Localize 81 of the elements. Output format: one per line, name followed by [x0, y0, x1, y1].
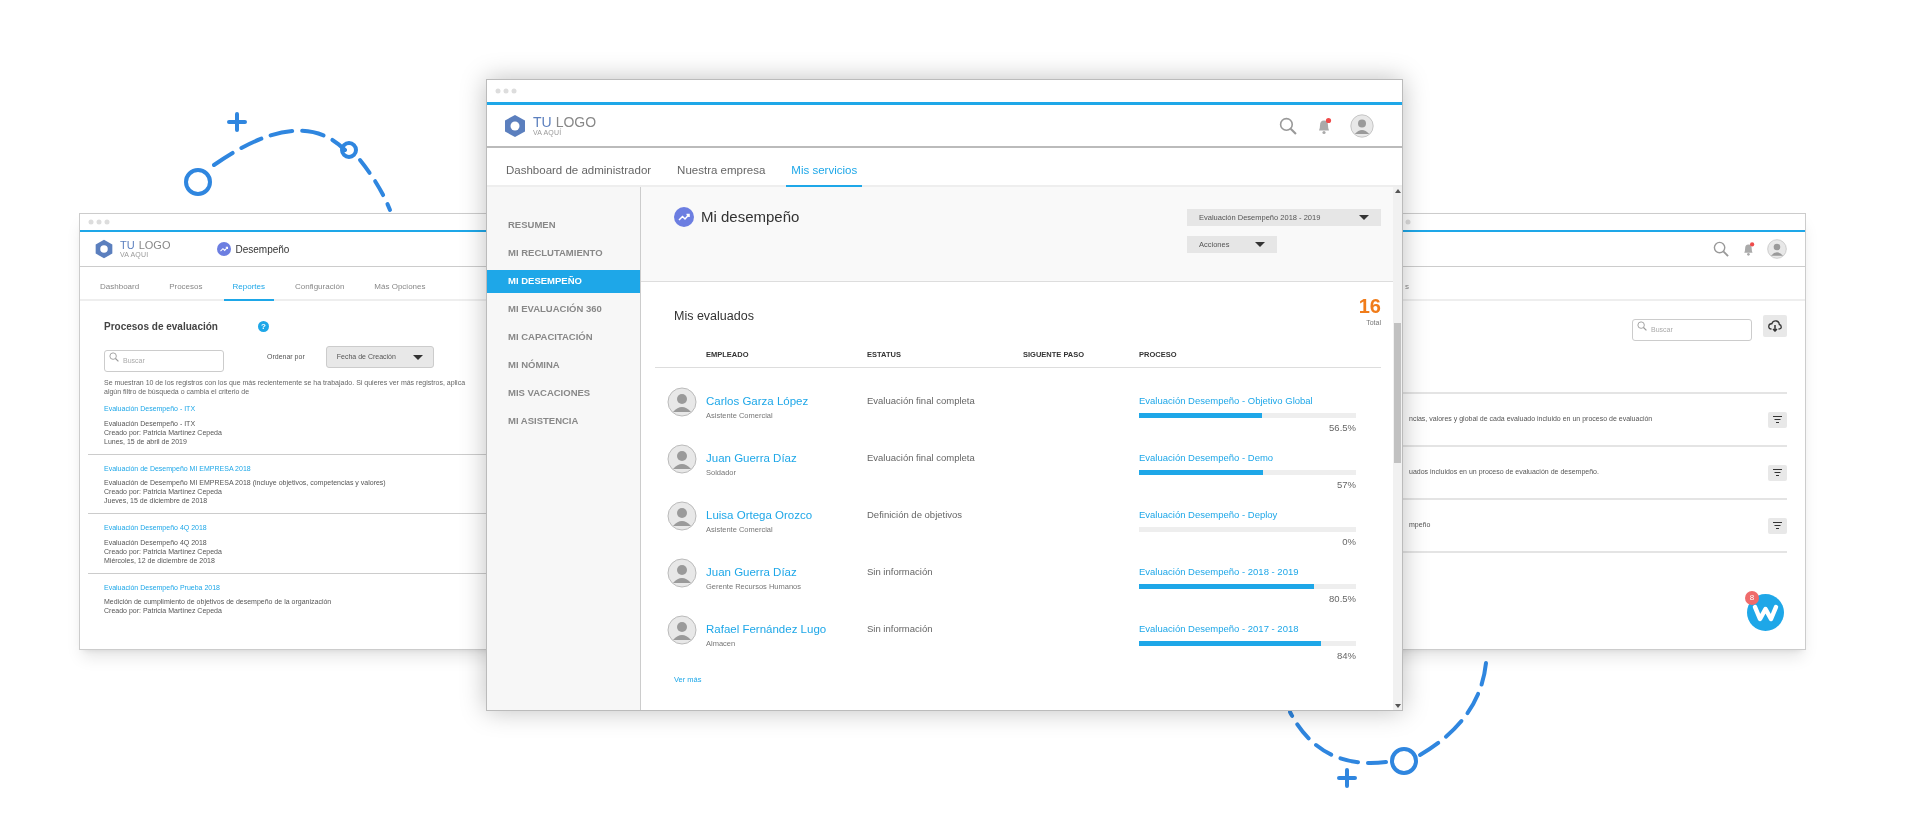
caret-icon [412, 354, 423, 360]
tab[interactable]: Dashboard de administrador [501, 161, 657, 187]
filter-icon [1773, 416, 1782, 423]
logo-text: TU [533, 115, 552, 129]
filter-button[interactable] [1768, 411, 1787, 428]
sidebar-item[interactable]: MI RECLUTAMIENTO [487, 242, 640, 265]
employee-name[interactable]: Luisa Ortega Orozco [706, 507, 867, 522]
filter-button[interactable] [1768, 517, 1787, 534]
logo-text: LOGO [555, 115, 597, 129]
process-link[interactable]: Evaluación Desempeño - Deploy [1139, 507, 1356, 522]
arrow-down-icon [1394, 704, 1401, 708]
trend-icon [217, 242, 232, 256]
logo-text: TU [120, 240, 135, 251]
progress-percent: 56.5% [1329, 420, 1356, 435]
tab[interactable]: Procesos [160, 281, 212, 301]
employee-name[interactable]: Carlos Garza López [706, 393, 867, 408]
status-text: Sin información [867, 564, 934, 579]
avatar-icon [667, 443, 697, 474]
download-button[interactable] [1763, 315, 1787, 337]
employee-name[interactable]: Juan Guerra Díaz [706, 564, 867, 579]
status-text: Evaluación final completa [867, 393, 976, 408]
tab[interactable]: Nuestra empresa [672, 161, 771, 187]
sidebar-item[interactable]: MI NÓMINA [487, 354, 640, 377]
window-controls-icon [495, 88, 517, 94]
search-icon [1279, 116, 1297, 135]
scrollbar-thumb[interactable] [1394, 323, 1401, 463]
progress-percent: 0% [1342, 534, 1356, 549]
avatar-icon [1767, 239, 1787, 259]
process-link[interactable]: Evaluación Desempeño - 2018 - 2019 [1139, 564, 1356, 579]
filter-icon [1773, 469, 1782, 476]
sidebar-item[interactable]: MIS VACACIONES [487, 382, 640, 405]
filter-button[interactable] [1768, 464, 1787, 481]
search-icon [109, 352, 119, 362]
process-link[interactable]: Evaluación Desempeño - Objetivo Global [1139, 393, 1356, 408]
avatar-icon [667, 386, 697, 417]
sidebar-item[interactable]: MI ASISTENCIA [487, 410, 640, 433]
process-link[interactable]: Evaluación Desempeño - Demo [1139, 450, 1356, 465]
search-icon [1713, 241, 1729, 257]
arrow-up-icon [1394, 189, 1401, 193]
tab[interactable]: Más Opciones [365, 281, 435, 301]
cloud-download-icon [1768, 320, 1782, 332]
sidebar-item[interactable]: RESUMEN [487, 214, 640, 237]
help-icon[interactable]: ? [257, 321, 269, 332]
scrollbar[interactable] [1393, 187, 1402, 710]
avatar-icon [667, 500, 697, 531]
status-text: Sin información [867, 621, 934, 636]
sidebar-item[interactable]: MI EVALUACIÓN 360 [487, 298, 640, 321]
status-text: Definición de objetivos [867, 507, 964, 522]
filter-icon [1773, 522, 1782, 529]
caret-icon [1255, 242, 1265, 247]
trend-icon [674, 207, 694, 227]
employee-name[interactable]: Juan Guerra Díaz [706, 450, 867, 465]
total-count: 16 [1358, 294, 1381, 318]
tab[interactable]: Dashboard [91, 281, 149, 301]
avatar-icon [667, 614, 697, 645]
employee-name[interactable]: Rafael Fernández Lugo [706, 621, 867, 636]
logo-icon [94, 239, 114, 259]
sidebar-item[interactable]: MI DESEMPEÑO [487, 270, 640, 293]
status-text: Evaluación final completa [867, 450, 976, 465]
progress-percent: 84% [1337, 648, 1356, 663]
process-link[interactable]: Evaluación Desempeño - 2017 - 2018 [1139, 621, 1356, 636]
progress-percent: 57% [1337, 477, 1356, 492]
search-icon [1637, 321, 1647, 331]
bell-icon [1741, 241, 1755, 257]
avatar-icon [667, 557, 697, 588]
progress-percent: 80.5% [1329, 591, 1356, 606]
tab[interactable]: s [1405, 281, 1409, 299]
tab[interactable]: Reportes [223, 281, 274, 301]
caret-icon [1359, 215, 1369, 220]
sidebar-item[interactable]: MI CAPACITACIÓN [487, 326, 640, 349]
chat-logo-icon [1747, 594, 1784, 631]
notification-badge: 8 [1745, 591, 1759, 605]
logo-icon [503, 113, 527, 138]
window-controls-icon [88, 219, 110, 225]
avatar-icon [1350, 113, 1374, 138]
section-title: Mis evaluados [674, 308, 754, 325]
logo-text: LOGO [138, 240, 171, 251]
page-title: Mi desempeño [701, 207, 800, 227]
module-title: Desempeño [235, 242, 290, 257]
section-heading: Procesos de evaluación [104, 320, 218, 334]
tab[interactable]: Configuración [285, 281, 354, 301]
